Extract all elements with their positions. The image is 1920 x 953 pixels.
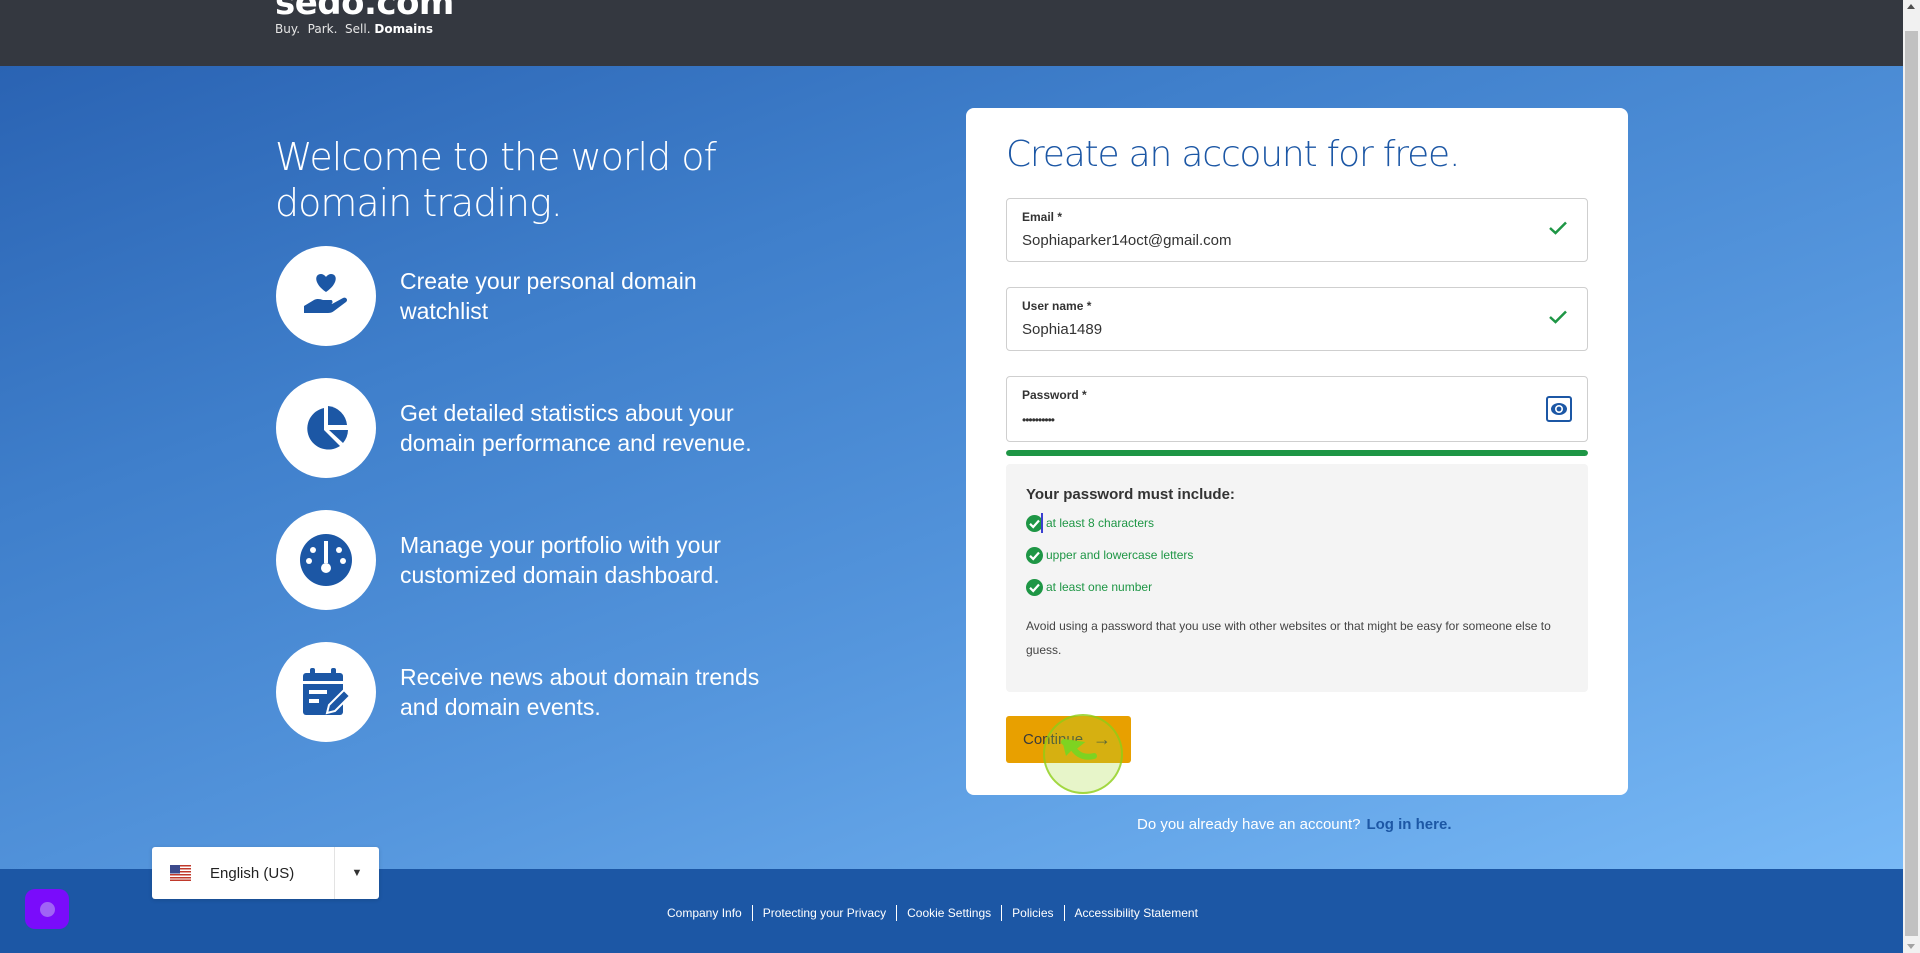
email-field[interactable]: Email *	[1006, 198, 1588, 262]
sedo-logo[interactable]: sedo.com Buy. Park. Sell. Domains	[275, 0, 454, 36]
password-strength-bar	[1006, 450, 1588, 456]
valid-check-icon	[1549, 221, 1567, 235]
logo-tagline-text: Buy. Park. Sell.	[275, 22, 371, 36]
username-label: User name *	[1022, 299, 1092, 313]
password-input[interactable]	[1022, 413, 1502, 427]
requirement-text: at least one number	[1046, 580, 1153, 594]
arrow-right-icon: →	[1093, 729, 1112, 749]
signup-card: Create an account for free. Email * User…	[966, 108, 1628, 795]
password-strength-fill	[1006, 450, 1588, 456]
footer-links: Company Info Protecting your Privacy Coo…	[667, 905, 1208, 921]
continue-button[interactable]: Continue →	[1006, 716, 1131, 763]
welcome-heading: Welcome to the world of domain trading.	[275, 135, 717, 225]
footer-link-company-info[interactable]: Company Info	[667, 905, 752, 921]
feature-news: Receive news about domain trends and dom…	[276, 642, 876, 742]
language-name: English (US)	[210, 864, 295, 882]
footer-link-cookie-settings[interactable]: Cookie Settings	[896, 905, 1001, 921]
scroll-up-arrow-icon[interactable]	[1907, 4, 1915, 9]
language-selector[interactable]: English (US) ▼	[152, 847, 379, 899]
hand-heart-icon	[304, 274, 348, 313]
feature-icon-circle	[276, 510, 376, 610]
eye-icon	[1551, 403, 1567, 415]
requirements-title: Your password must include:	[1026, 486, 1235, 503]
dashboard-gauge-icon	[300, 534, 352, 586]
username-input[interactable]	[1022, 321, 1502, 338]
feature-text: Get detailed statistics about your domai…	[400, 400, 752, 456]
login-link[interactable]: Log in here.	[1366, 816, 1451, 833]
password-label: Password *	[1022, 388, 1087, 402]
feature-statistics: Get detailed statistics about your domai…	[276, 378, 876, 478]
feature-text: Manage your portfolio with your customiz…	[400, 532, 721, 588]
chat-widget-dot-icon	[39, 901, 55, 917]
calendar-edit-icon	[303, 668, 352, 715]
scroll-thumb[interactable]	[1905, 31, 1918, 936]
continue-label: Continue	[1023, 731, 1084, 748]
feature-watchlist: Create your personal domain watchlist	[276, 246, 876, 346]
signup-title: Create an account for free.	[1006, 134, 1460, 175]
feature-dashboard: Manage your portfolio with your customiz…	[276, 510, 876, 610]
page-scrollbar[interactable]	[1903, 0, 1920, 953]
password-advice: Avoid using a password that you use with…	[1026, 619, 1551, 657]
requirement-text: upper and lowercase letters	[1046, 548, 1194, 562]
footer-link-policies[interactable]: Policies	[1001, 905, 1063, 921]
check-circle-icon	[1026, 546, 1043, 564]
footer-link-privacy[interactable]: Protecting your Privacy	[751, 905, 896, 921]
logo-tagline: Buy. Park. Sell. Domains	[275, 22, 454, 36]
requirement-item: upper and lowercase letters	[1026, 545, 1193, 565]
feature-text: Receive news about domain trends and dom…	[400, 664, 760, 720]
email-input[interactable]	[1022, 232, 1502, 249]
text-cursor	[1041, 513, 1043, 533]
chevron-down-icon[interactable]: ▼	[335, 867, 379, 879]
feature-icon-circle	[276, 246, 376, 346]
feature-icon-circle	[276, 378, 376, 478]
chat-widget-button[interactable]	[25, 889, 69, 929]
login-prompt-text: Do you already have an account?	[1137, 816, 1361, 833]
footer-link-accessibility[interactable]: Accessibility Statement	[1063, 905, 1208, 921]
requirement-item: at least one number	[1026, 577, 1152, 597]
page: sedo.com Buy. Park. Sell. Domains Welcom…	[0, 0, 1903, 953]
password-requirements: Your password must include: at least 8 c…	[1006, 464, 1588, 692]
toggle-password-visibility-button[interactable]	[1546, 396, 1572, 422]
us-flag-icon	[170, 865, 191, 881]
login-prompt: Do you already have an account? Log in he…	[1137, 816, 1452, 833]
valid-check-icon	[1549, 310, 1567, 324]
requirement-item: at least 8 characters	[1026, 513, 1154, 533]
username-field[interactable]: User name *	[1006, 287, 1588, 351]
logo-tagline-bold: Domains	[374, 22, 433, 36]
email-label: Email *	[1022, 210, 1063, 224]
requirement-text: at least 8 characters	[1046, 516, 1155, 530]
feature-icon-circle	[276, 642, 376, 742]
check-circle-icon	[1026, 578, 1043, 596]
top-header: sedo.com Buy. Park. Sell. Domains	[0, 0, 1903, 66]
password-field[interactable]: Password *	[1006, 376, 1588, 442]
pie-chart-icon	[307, 406, 348, 450]
feature-text: Create your personal domain watchlist	[400, 268, 697, 324]
logo-wordmark: sedo.com	[275, 0, 454, 23]
scroll-down-arrow-icon[interactable]	[1907, 944, 1915, 949]
